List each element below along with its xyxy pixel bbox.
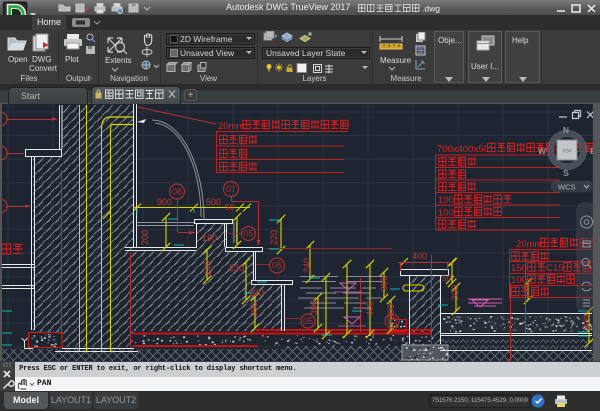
svg-text:TOP: TOP xyxy=(562,149,571,154)
svg-text:N: N xyxy=(563,125,569,135)
svg-text:Convert: Convert xyxy=(29,64,58,73)
svg-text:50: 50 xyxy=(442,274,451,283)
svg-text:Measure: Measure xyxy=(380,56,412,65)
svg-text:100: 100 xyxy=(438,208,454,219)
svg-text:DWG: DWG xyxy=(32,55,52,64)
svg-text:20mm: 20mm xyxy=(218,121,244,132)
svg-text:240: 240 xyxy=(203,261,213,276)
svg-text:900: 900 xyxy=(157,197,172,207)
svg-text:300: 300 xyxy=(379,276,389,291)
svg-text:20mm: 20mm xyxy=(516,239,542,250)
svg-text:Open: Open xyxy=(8,55,28,64)
svg-text:400: 400 xyxy=(412,251,427,261)
svg-text:05: 05 xyxy=(272,261,282,271)
svg-text:WCS: WCS xyxy=(558,183,576,192)
svg-text:230: 230 xyxy=(229,263,244,273)
svg-text:S: S xyxy=(563,168,569,178)
svg-text:150: 150 xyxy=(511,263,527,274)
svg-text:50: 50 xyxy=(225,203,234,212)
svg-text:700x400x50: 700x400x50 xyxy=(437,144,489,155)
svg-text:200: 200 xyxy=(140,230,150,245)
svg-text:390: 390 xyxy=(309,300,319,315)
svg-text:300: 300 xyxy=(450,285,460,300)
svg-text:Extents: Extents xyxy=(105,56,132,65)
svg-text:100: 100 xyxy=(511,275,527,286)
svg-text:.dwg: .dwg xyxy=(422,4,440,14)
svg-text:220: 220 xyxy=(269,230,279,245)
svg-text:390: 390 xyxy=(249,302,259,317)
svg-text:Plot: Plot xyxy=(65,55,80,64)
svg-text:07: 07 xyxy=(226,184,236,194)
svg-text:08: 08 xyxy=(172,187,182,197)
svg-text:400: 400 xyxy=(365,301,375,316)
svg-text:05: 05 xyxy=(303,316,313,326)
svg-text:300: 300 xyxy=(582,315,592,330)
svg-text:05: 05 xyxy=(243,229,253,239)
svg-text:230: 230 xyxy=(249,288,264,298)
svg-text:300: 300 xyxy=(386,304,396,319)
svg-text:100: 100 xyxy=(438,195,454,206)
svg-text:240: 240 xyxy=(302,258,312,273)
svg-text:W: W xyxy=(538,146,547,156)
svg-text:190: 190 xyxy=(202,233,217,243)
svg-text:C15: C15 xyxy=(546,263,563,274)
svg-text:500: 500 xyxy=(206,197,221,207)
